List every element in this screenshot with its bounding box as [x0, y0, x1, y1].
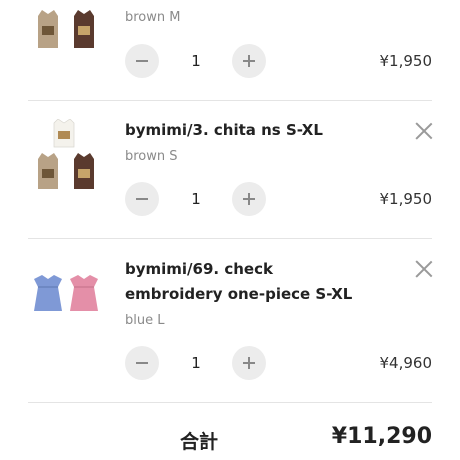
total-amount: ¥11,290: [331, 424, 432, 449]
quantity-value[interactable]: 1: [181, 190, 211, 208]
increase-quantity-button[interactable]: [232, 44, 266, 78]
quantity-value[interactable]: 1: [181, 354, 211, 372]
decrease-quantity-button[interactable]: [125, 44, 159, 78]
product-title[interactable]: bymimi/69. check embroidery one-piece S-…: [125, 257, 375, 307]
close-icon[interactable]: [416, 261, 432, 277]
product-image[interactable]: [28, 273, 104, 323]
cart-item: bymimi/69. check embroidery one-piece S-…: [28, 239, 432, 403]
product-image[interactable]: [28, 0, 104, 56]
close-icon[interactable]: [416, 123, 432, 139]
quantity-value[interactable]: 1: [181, 52, 211, 70]
item-price: ¥1,950: [379, 190, 433, 208]
increase-quantity-button[interactable]: [232, 182, 266, 216]
product-title[interactable]: bymimi/3. chita ns S-XL: [125, 118, 375, 143]
product-variant: blue L: [125, 313, 165, 328]
item-price: ¥4,960: [379, 354, 433, 372]
total-label: 合計: [180, 431, 219, 453]
cart-item: brown M 1 ¥1,950: [28, 0, 432, 100]
product-variant: brown S: [125, 149, 178, 164]
item-price: ¥1,950: [379, 52, 433, 70]
decrease-quantity-button[interactable]: [125, 182, 159, 216]
cart-item: bymimi/3. chita ns S-XL brown S 1 ¥1,950: [28, 101, 432, 239]
decrease-quantity-button[interactable]: [125, 346, 159, 380]
product-variant: brown M: [125, 10, 181, 25]
increase-quantity-button[interactable]: [232, 346, 266, 380]
divider: [28, 402, 432, 403]
product-image[interactable]: [28, 118, 104, 195]
